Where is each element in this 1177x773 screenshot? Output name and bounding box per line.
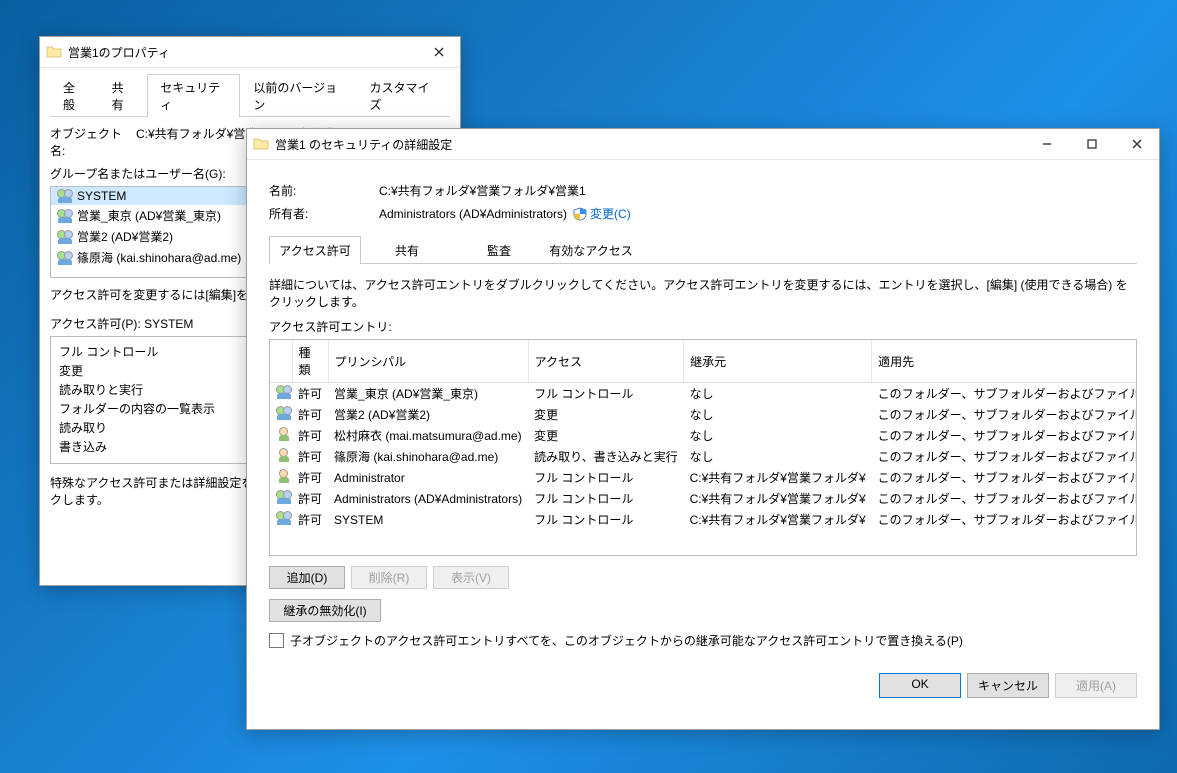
column-header[interactable]: 継承元: [684, 340, 872, 383]
tab-全般[interactable]: 全般: [50, 74, 99, 117]
close-icon: [434, 47, 444, 57]
advanced-security-window: 営業1 のセキュリティの詳細設定 名前: C:¥共有フォルダ¥営業フォルダ¥営業…: [246, 128, 1160, 730]
advanced-tabs: アクセス許可共有監査有効なアクセス: [269, 236, 1137, 264]
apply-button[interactable]: 適用(A): [1055, 673, 1137, 698]
group-icon: [57, 230, 73, 244]
column-header[interactable]: [270, 340, 292, 383]
close-button[interactable]: [1114, 129, 1159, 159]
name-value: C:¥共有フォルダ¥営業フォルダ¥営業1: [379, 182, 586, 199]
table-row[interactable]: 許可SYSTEMフル コントロールC:¥共有フォルダ¥営業フォルダ¥このフォルダ…: [270, 509, 1137, 530]
minimize-button[interactable]: [1024, 129, 1069, 159]
owner-label: 所有者:: [269, 205, 379, 222]
tab-共有[interactable]: 共有: [99, 74, 148, 117]
group-icon: [276, 490, 292, 504]
properties-close-button[interactable]: [424, 41, 454, 63]
maximize-icon: [1087, 139, 1097, 149]
owner-value: Administrators (AD¥Administrators): [379, 207, 567, 221]
column-header[interactable]: 適用先: [872, 340, 1137, 383]
group-icon: [57, 189, 73, 203]
tab-アクセス許可[interactable]: アクセス許可: [269, 236, 361, 264]
maximize-button[interactable]: [1069, 129, 1114, 159]
tab-有効なアクセス[interactable]: 有効なアクセス: [545, 236, 637, 264]
tab-カスタマイズ[interactable]: カスタマイズ: [357, 74, 450, 117]
tab-共有[interactable]: 共有: [361, 236, 453, 264]
add-button[interactable]: 追加(D): [269, 566, 345, 589]
advanced-title: 営業1 のセキュリティの詳細設定: [275, 136, 1024, 153]
view-button[interactable]: 表示(V): [433, 566, 509, 589]
user-icon: [276, 427, 292, 441]
group-icon: [57, 209, 73, 223]
replace-checkbox-label: 子オブジェクトのアクセス許可エントリすべてを、このオブジェクトからの継承可能なア…: [290, 632, 963, 649]
table-row[interactable]: 許可営業_東京 (AD¥営業_東京)フル コントロールなしこのフォルダー、サブフ…: [270, 383, 1137, 405]
disable-inheritance-button[interactable]: 継承の無効化(I): [269, 599, 381, 622]
table-row[interactable]: 許可篠原海 (kai.shinohara@ad.me)読み取り、書き込みと実行な…: [270, 446, 1137, 467]
change-owner-link[interactable]: 変更(C): [590, 205, 631, 222]
object-name-label: オブジェクト名:: [50, 125, 136, 159]
group-icon: [57, 251, 73, 265]
user-icon: [276, 469, 292, 483]
column-header[interactable]: アクセス: [528, 340, 684, 383]
cancel-button[interactable]: キャンセル: [967, 673, 1049, 698]
advanced-titlebar[interactable]: 営業1 のセキュリティの詳細設定: [247, 129, 1159, 160]
tab-監査[interactable]: 監査: [453, 236, 545, 264]
shield-icon: [573, 207, 587, 221]
group-icon: [276, 406, 292, 420]
ok-button[interactable]: OK: [879, 673, 961, 698]
entries-description: 詳細については、アクセス許可エントリをダブルクリックしてください。アクセス許可エ…: [269, 276, 1137, 310]
replace-checkbox[interactable]: [269, 633, 284, 648]
remove-button[interactable]: 削除(R): [351, 566, 427, 589]
folder-icon: [253, 136, 269, 152]
properties-title: 営業1のプロパティ: [68, 44, 424, 61]
group-icon: [276, 385, 292, 399]
folder-icon: [46, 44, 62, 60]
group-icon: [276, 511, 292, 525]
column-header[interactable]: 種類: [292, 340, 328, 383]
column-header[interactable]: プリンシパル: [328, 340, 528, 383]
tab-以前のバージョン[interactable]: 以前のバージョン: [240, 74, 356, 117]
table-row[interactable]: 許可Administratorフル コントロールC:¥共有フォルダ¥営業フォルダ…: [270, 467, 1137, 488]
entries-table[interactable]: 種類プリンシパルアクセス継承元適用先 許可営業_東京 (AD¥営業_東京)フル …: [269, 339, 1137, 556]
close-icon: [1132, 139, 1142, 149]
name-label: 名前:: [269, 182, 379, 199]
table-row[interactable]: 許可営業2 (AD¥営業2)変更なしこのフォルダー、サブフォルダーおよびファイル: [270, 404, 1137, 425]
user-icon: [276, 448, 292, 462]
properties-tabs: 全般共有セキュリティ以前のバージョンカスタマイズ: [50, 74, 450, 117]
minimize-icon: [1042, 139, 1052, 149]
table-row[interactable]: 許可Administrators (AD¥Administrators)フル コ…: [270, 488, 1137, 509]
properties-titlebar[interactable]: 営業1のプロパティ: [40, 37, 460, 68]
entries-label: アクセス許可エントリ:: [269, 318, 1137, 335]
tab-セキュリティ[interactable]: セキュリティ: [147, 74, 240, 117]
table-row[interactable]: 許可松村麻衣 (mai.matsumura@ad.me)変更なしこのフォルダー、…: [270, 425, 1137, 446]
